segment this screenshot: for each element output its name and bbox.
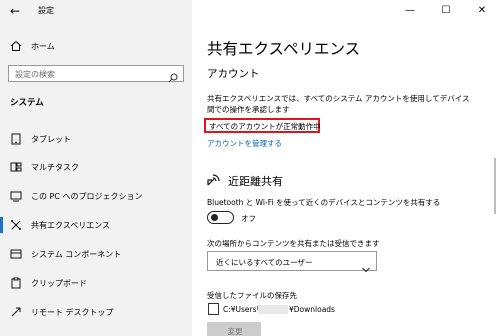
change-button-label: 変更: [227, 327, 243, 336]
sidebar-item-shared-experiences[interactable]: 共有エクスペリエンス: [0, 214, 192, 236]
system-components-icon: [10, 248, 22, 260]
scroll-thumb[interactable]: [494, 158, 496, 214]
projection-icon: [10, 190, 22, 202]
sidebar-item-label: リモート デスクトップ: [31, 308, 114, 317]
back-arrow-icon[interactable]: ←: [10, 4, 24, 18]
sidebar-item-label: この PC へのプロジェクション: [31, 192, 143, 201]
sidebar-item-clipboard[interactable]: クリップボード: [0, 272, 192, 294]
sidebar-item-label: 共有エクスペリエンス: [31, 221, 111, 230]
page-title: 共有エクスペリエンス: [207, 40, 361, 58]
chevron-down-icon: [362, 258, 370, 273]
search-icon[interactable]: [168, 68, 178, 83]
sidebar-item-system-components[interactable]: システム コンポーネント: [0, 243, 192, 265]
home-icon: [10, 40, 22, 52]
close-button[interactable]: ✕: [464, 0, 500, 22]
share-receive-label: 次の場所からコンテンツを共有または受信できます: [207, 239, 380, 248]
save-path-suffix: ¥Downloads: [289, 305, 335, 314]
sidebar-item-multitask[interactable]: マルチタスク: [0, 156, 192, 178]
sidebar-section-title: システム: [10, 98, 44, 108]
account-status-highlight: すべてのアカウントが正常動作中: [204, 118, 321, 133]
toggle-knob: [210, 213, 218, 221]
title-bar: ← 設定: [0, 0, 192, 22]
save-path-prefix: C:¥Users¥: [223, 305, 262, 314]
sidebar-item-label: システム コンポーネント: [31, 250, 122, 259]
sidebar: ← 設定 ホーム 設定の検索 システム タブレット マルチタスク この PC へ…: [0, 0, 192, 336]
tablet-icon: [10, 133, 22, 145]
toggle-state-label: オフ: [241, 214, 256, 223]
sidebar-item-label: マルチタスク: [31, 163, 79, 172]
nav-home-label: ホーム: [31, 42, 55, 51]
settings-search-input[interactable]: 設定の検索: [8, 65, 184, 83]
minimize-button[interactable]: —: [392, 0, 428, 22]
sidebar-item-remote-desktop[interactable]: リモート デスクトップ: [0, 301, 192, 323]
dropdown-selected-value: 近くにいるすべてのユーザー: [216, 258, 313, 267]
sidebar-item-label: タブレット: [31, 135, 71, 144]
manage-accounts-link[interactable]: アカウントを管理する: [207, 138, 282, 149]
sidebar-item-projection[interactable]: この PC へのプロジェクション: [0, 185, 192, 207]
nearby-sharing-toggle[interactable]: [207, 211, 234, 224]
shared-experience-icon: [10, 219, 22, 231]
redacted-username: [258, 305, 288, 314]
clipboard-icon: [10, 277, 22, 289]
nav-home[interactable]: ホーム: [0, 36, 192, 56]
app-title: 設定: [38, 6, 54, 15]
maximize-button[interactable]: ☐: [428, 0, 464, 22]
folder-icon: [208, 303, 219, 315]
remote-desktop-icon: [10, 306, 22, 318]
sidebar-item-label: クリップボード: [31, 279, 87, 288]
window-controls: — ☐ ✕: [390, 0, 500, 22]
account-description: 共有エクスペリエンスでは、すべてのシステム アカウントを使用してデバイス間での操…: [207, 94, 470, 114]
account-status-text: すべてのアカウントが正常動作中: [209, 122, 321, 131]
change-location-button[interactable]: 変更: [207, 322, 261, 336]
nearby-sharing-description: Bluetooth と Wi-Fi を使って近くのデバイスとコンテンツを共有する: [207, 198, 441, 207]
nearby-sharing-heading: 近距離共有: [228, 175, 283, 188]
nearby-share-icon: [205, 172, 221, 188]
search-placeholder: 設定の検索: [15, 70, 55, 79]
share-receive-dropdown[interactable]: 近くにいるすべてのユーザー: [207, 251, 377, 273]
multitask-icon: [10, 161, 22, 173]
account-heading: アカウント: [207, 68, 260, 80]
save-location-label: 受信したファイルの保存先: [207, 291, 297, 300]
scrollbar[interactable]: [494, 22, 497, 332]
sidebar-item-tablet[interactable]: タブレット: [0, 128, 192, 150]
